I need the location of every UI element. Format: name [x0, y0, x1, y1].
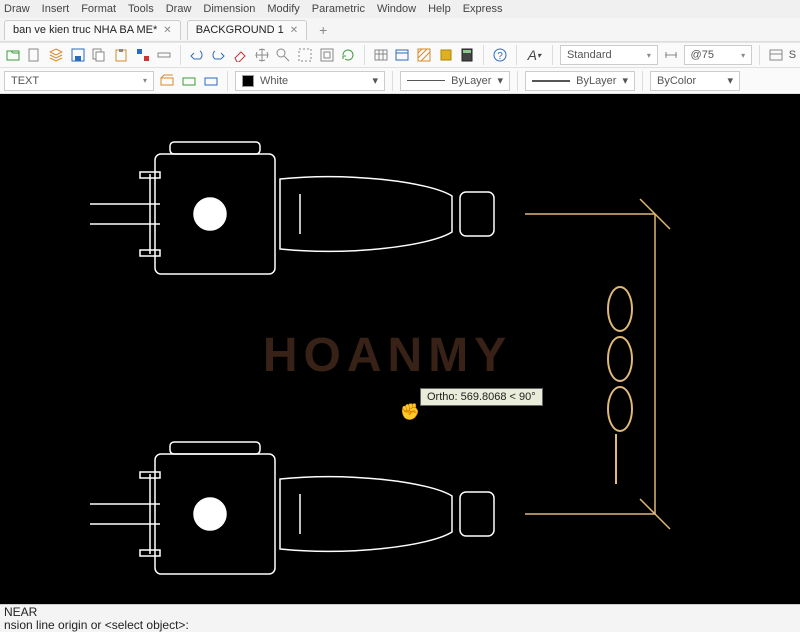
menu-parametric[interactable]: Parametric: [312, 3, 365, 15]
toolbar-separator: [552, 45, 553, 65]
toolbar-separator: [759, 45, 760, 65]
toolbar-separator: [227, 71, 228, 91]
chevron-down-icon: ▾: [497, 74, 503, 87]
tab-file-2-label: BACKGROUND 1: [196, 24, 284, 36]
dim-style-dropdown[interactable]: Standard ▾: [560, 45, 658, 65]
tab-file-1-label: ban ve kien truc NHA BA ME*: [13, 24, 157, 36]
tool-regen-icon[interactable]: [339, 46, 357, 64]
lineweight-dropdown[interactable]: ByLayer ▾: [525, 71, 635, 91]
tool-copy-icon[interactable]: [91, 46, 109, 64]
command-line[interactable]: NEAR nsion line origin or <select object…: [0, 604, 800, 632]
lineweight-preview-icon: [532, 80, 570, 82]
tool-save-icon[interactable]: [69, 46, 87, 64]
tool-layer-iso-icon[interactable]: [202, 72, 220, 90]
tool-zoom-icon[interactable]: [274, 46, 292, 64]
tool-zoom-extents-icon[interactable]: [318, 46, 336, 64]
tool-layer-prev-icon[interactable]: [158, 72, 176, 90]
linetype-dropdown[interactable]: ByLayer ▾: [400, 71, 510, 91]
tool-table3-icon[interactable]: [767, 46, 785, 64]
toolbar-main: ? A▾ Standard ▾ @75 ▾ S: [0, 42, 800, 68]
tool-properties-icon[interactable]: [134, 46, 152, 64]
chevron-down-icon: ▾: [143, 76, 147, 85]
text-style-dropdown[interactable]: TEXT ▾: [4, 71, 154, 91]
drawing-canvas[interactable]: HOANMY Ortho: 569.8068 < 90° ✊: [0, 94, 800, 604]
menu-format[interactable]: Format: [81, 3, 116, 15]
menu-draw[interactable]: Draw: [4, 3, 30, 15]
toolbar-properties: TEXT ▾ White ▾ ByLayer ▾ ByLayer ▾ ByCol…: [0, 68, 800, 94]
command-prompt: nsion line origin or <select object>:: [4, 619, 796, 632]
dim-scale-dropdown[interactable]: @75 ▾: [684, 45, 753, 65]
tab-file-2[interactable]: BACKGROUND 1 ✕: [187, 20, 307, 40]
chevron-down-icon: ▾: [372, 74, 378, 87]
tool-block-icon[interactable]: [437, 46, 455, 64]
svg-text:?: ?: [497, 51, 503, 62]
toolbar-separator: [483, 45, 484, 65]
toolbar-separator: [517, 71, 518, 91]
close-icon[interactable]: ✕: [163, 25, 171, 36]
menubar: Draw Insert Format Tools Draw Dimension …: [0, 0, 800, 18]
tool-table2-icon[interactable]: [394, 46, 412, 64]
tool-redo-icon[interactable]: [210, 46, 228, 64]
ortho-tooltip: Ortho: 569.8068 < 90°: [420, 388, 543, 406]
tool-pan-icon[interactable]: [253, 46, 271, 64]
tool-table-icon[interactable]: [372, 46, 390, 64]
color-swatch-icon: [242, 75, 254, 87]
color-dropdown[interactable]: White ▾: [235, 71, 385, 91]
tool-hatch-icon[interactable]: [415, 46, 433, 64]
tool-calc-icon[interactable]: [458, 46, 476, 64]
tool-help-icon[interactable]: ?: [491, 46, 509, 64]
tool-dim-update-icon[interactable]: [662, 46, 680, 64]
menu-modify[interactable]: Modify: [267, 3, 299, 15]
tool-zoom-window-icon[interactable]: [296, 46, 314, 64]
menu-help[interactable]: Help: [428, 3, 451, 15]
tool-layers-icon[interactable]: [47, 46, 65, 64]
file-tabs: ban ve kien truc NHA BA ME* ✕ BACKGROUND…: [0, 18, 800, 42]
tool-erase-icon[interactable]: [231, 46, 249, 64]
lineweight-value: ByLayer: [576, 75, 616, 87]
menu-window[interactable]: Window: [377, 3, 416, 15]
tool-open-icon[interactable]: [4, 46, 22, 64]
plotstyle-value: ByColor: [657, 75, 696, 87]
dim-style-value: Standard: [567, 49, 612, 61]
color-value: White: [260, 75, 288, 87]
chevron-down-icon: ▾: [741, 51, 745, 60]
toolbar-separator: [642, 71, 643, 91]
menu-dimension[interactable]: Dimension: [203, 3, 255, 15]
tool-new-icon[interactable]: [26, 46, 44, 64]
toolbar-separator: [364, 45, 365, 65]
tool-undo-icon[interactable]: [188, 46, 206, 64]
tool-match-icon[interactable]: [155, 46, 173, 64]
toolbar-separator: [392, 71, 393, 91]
menu-insert[interactable]: Insert: [42, 3, 70, 15]
tool-text-icon[interactable]: A▾: [524, 46, 545, 64]
linetype-preview-icon: [407, 80, 445, 81]
close-icon[interactable]: ✕: [290, 25, 298, 36]
plotstyle-dropdown[interactable]: ByColor ▾: [650, 71, 740, 91]
toolbar-separator: [180, 45, 181, 65]
chevron-down-icon: ▾: [622, 74, 628, 87]
tab-file-1[interactable]: ban ve kien truc NHA BA ME* ✕: [4, 20, 181, 40]
drawing-content: [0, 94, 800, 604]
chevron-down-icon: ▾: [647, 51, 651, 60]
linetype-value: ByLayer: [451, 75, 491, 87]
tool-paste-icon[interactable]: [112, 46, 130, 64]
dim-scale-value: @75: [691, 49, 714, 61]
chevron-down-icon: ▾: [727, 74, 733, 87]
menu-draw2[interactable]: Draw: [166, 3, 192, 15]
menu-express[interactable]: Express: [463, 3, 503, 15]
menu-tools[interactable]: Tools: [128, 3, 154, 15]
text-style-value: TEXT: [11, 75, 39, 87]
tab-add[interactable]: +: [313, 22, 333, 38]
toolbar-separator: [516, 45, 517, 65]
tool-layer-states-icon[interactable]: [180, 72, 198, 90]
